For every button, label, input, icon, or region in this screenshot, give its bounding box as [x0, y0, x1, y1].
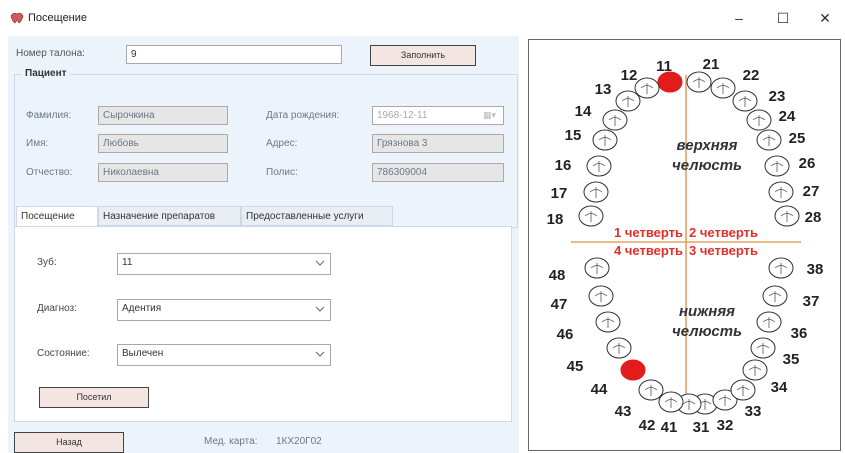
dob-label: Дата рождения:	[266, 110, 340, 121]
card-value: 1КХ20Г02	[276, 436, 322, 447]
tooth-select[interactable]: 11	[117, 253, 331, 275]
tooth-number-33: 33	[745, 403, 762, 420]
tooth-number-12: 12	[621, 67, 638, 84]
tooth-number-35: 35	[783, 351, 800, 368]
title-bar: Посещение – ☐ ✕	[0, 0, 845, 34]
window-title: Посещение	[28, 12, 88, 24]
state-label: Состояние:	[37, 348, 90, 359]
address-field: Грязнова 3	[372, 134, 504, 153]
minimize-button[interactable]: –	[728, 8, 750, 28]
tooth-number-11: 11	[656, 58, 672, 75]
chevron-down-icon	[315, 260, 325, 266]
tooth-number-13: 13	[595, 81, 612, 98]
tooth-number-22: 22	[743, 67, 760, 84]
state-select[interactable]: Вылечен	[117, 344, 331, 366]
tooth-label: Зуб:	[37, 257, 57, 268]
tooth-number-25: 25	[789, 130, 806, 147]
tab-services[interactable]: Предоставленные услуги	[241, 206, 393, 226]
diagnosis-select[interactable]: Адентия	[117, 299, 331, 321]
lower-jaw-label: нижняя	[679, 303, 735, 320]
visit-tab-panel: Зуб: 11 Диагноз: Адентия Состояние: Выле…	[14, 226, 512, 422]
tooth-number-24: 24	[779, 108, 796, 125]
visited-button[interactable]: Посетил	[39, 387, 149, 408]
tooth-number-23: 23	[769, 88, 786, 105]
tooth-number-43: 43	[615, 403, 632, 420]
calendar-icon[interactable]: ▦▾	[483, 110, 499, 122]
name-field: Любовь	[98, 134, 228, 153]
dob-picker[interactable]: 1968-12-11 ▦▾	[372, 106, 504, 125]
tooth-number-15: 15	[565, 127, 582, 144]
patronymic-field: Николаевна	[98, 163, 228, 182]
app-icon	[10, 13, 24, 24]
state-value: Вылечен	[122, 348, 164, 359]
patronymic-label: Отчество:	[26, 167, 73, 178]
address-label: Адрес:	[266, 138, 298, 149]
tooth-number-32: 32	[717, 417, 734, 434]
tooth-number-36: 36	[791, 325, 808, 342]
tooth-44[interactable]	[620, 359, 646, 381]
tooth-number-27: 27	[803, 183, 820, 200]
tooth-number-16: 16	[555, 157, 572, 174]
close-button[interactable]: ✕	[814, 8, 836, 28]
dental-chart-panel: 11 12 13 14 15 16 17 18 21 22 23 24 25 26 27 28 31 32 33 34…	[528, 39, 841, 451]
chevron-down-icon	[315, 306, 325, 312]
tooth-number-26: 26	[799, 155, 816, 172]
fill-button[interactable]: Заполнить	[370, 45, 476, 66]
tooth-number-21: 21	[703, 56, 720, 73]
tooth-number-38: 38	[807, 261, 824, 278]
ticket-input[interactable]: 9	[126, 45, 342, 64]
diagnosis-value: Адентия	[122, 303, 162, 314]
maximize-button[interactable]: ☐	[772, 8, 794, 28]
surname-label: Фамилия:	[26, 110, 72, 121]
tooth-number-17: 17	[551, 185, 568, 202]
tooth-number-34: 34	[771, 379, 788, 396]
diagnosis-label: Диагноз:	[37, 303, 77, 314]
visit-window: Посещение – ☐ ✕ Номер талона: 9 Заполнит…	[0, 0, 845, 453]
back-button[interactable]: Назад	[14, 432, 124, 453]
upper-jaw-label-2: челюсть	[672, 157, 742, 174]
left-panel: Номер талона: 9 Заполнить Пациент Фамили…	[8, 36, 519, 453]
quadrant-4-label: 4 четверть	[614, 243, 683, 258]
policy-field: 786309004	[372, 163, 504, 182]
quadrant-1-label: 1 четверть	[614, 225, 683, 240]
tooth-number-37: 37	[803, 293, 820, 310]
tooth-number-44: 44	[591, 381, 608, 398]
tab-prescriptions[interactable]: Назначение препаратов	[98, 206, 241, 226]
surname-field: Сырочкина	[98, 106, 228, 125]
dob-value: 1968-12-11	[377, 110, 428, 121]
tooth-number-45: 45	[567, 358, 584, 375]
chevron-down-icon	[315, 351, 325, 357]
patient-group-title: Пациент	[22, 68, 70, 79]
card-label: Мед. карта:	[204, 436, 258, 447]
name-label: Имя:	[26, 138, 49, 149]
quadrant-2-label: 2 четверть	[689, 225, 758, 240]
tooth-number-47: 47	[551, 296, 568, 313]
tooth-number-31: 31	[693, 419, 710, 436]
ticket-label: Номер талона:	[16, 48, 85, 59]
tooth-number-18: 18	[547, 211, 564, 228]
quadrant-3-label: 3 четверть	[689, 243, 758, 258]
tooth-number-41: 41	[661, 419, 678, 436]
tooth-number-48: 48	[549, 267, 566, 284]
dental-chart: 11 12 1314 15 16 17 18 21 22 23 24 25 26 27 28 31 32 33 34…	[547, 56, 824, 436]
upper-jaw-label: верхняя	[677, 137, 738, 154]
policy-label: Полис:	[266, 167, 298, 178]
tab-visit[interactable]: Посещение	[16, 206, 98, 227]
lower-jaw-label-2: челюсть	[672, 323, 742, 340]
tooth-number-28: 28	[805, 209, 822, 226]
tooth-11[interactable]	[657, 71, 683, 93]
tooth-number-14: 14	[575, 103, 592, 120]
tooth-number-42: 42	[639, 417, 656, 434]
tooth-value: 11	[122, 257, 133, 268]
tooth-number-46: 46	[557, 326, 574, 343]
